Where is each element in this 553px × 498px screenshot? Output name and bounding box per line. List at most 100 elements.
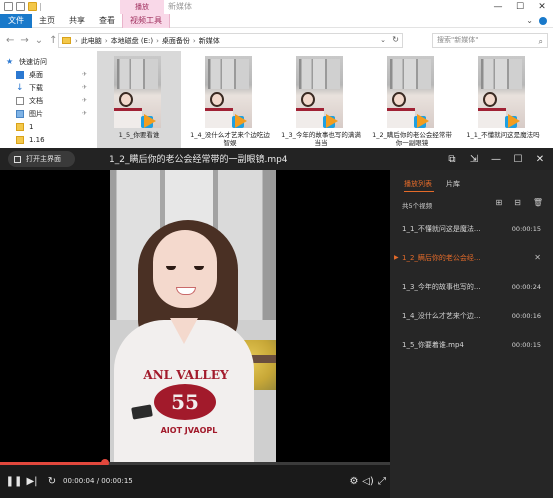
nav-desktop[interactable]: 桌面 ✈: [0, 68, 95, 81]
picture-icon: [16, 109, 24, 118]
fullscreen-icon[interactable]: ⤢: [376, 474, 388, 488]
video-thumbnail: [387, 56, 434, 128]
file-item[interactable]: 1_2_瞒后你的老公会经常带你一副眼镜: [370, 51, 454, 150]
breadcrumb-desktop-backup[interactable]: 桌面备份: [162, 36, 190, 46]
nav-downloads[interactable]: ↓ 下载 ✈: [0, 81, 95, 94]
playlist-item-name: 1_1_不懂就问这是魔法...: [402, 224, 481, 233]
video-viewport[interactable]: ANL VALLEY 55 AIOT JVAOPL: [0, 170, 390, 462]
add-file-icon[interactable]: ⊞: [495, 198, 502, 207]
save-icon[interactable]: [4, 2, 13, 11]
breadcrumb-this-pc[interactable]: 此电脑: [81, 36, 102, 46]
file-name: 1_2_瞒后你的老公会经常带你一副眼镜: [372, 131, 452, 147]
pause-icon[interactable]: ❚❚: [6, 474, 23, 488]
folder-icon: [62, 37, 71, 44]
address-bar[interactable]: › 此电脑 › 本地磁盘 (E:) › 桌面备份 › 新媒体 ⌄ ↻: [58, 33, 403, 48]
add-folder-icon[interactable]: ⊟: [514, 198, 521, 207]
nav-folder-1[interactable]: 1: [0, 120, 95, 133]
file-item[interactable]: 1_5_你要看谁: [97, 51, 181, 150]
window-title: 新媒体: [168, 2, 192, 11]
video-frame: ANL VALLEY 55 AIOT JVAOPL: [110, 170, 276, 462]
delete-icon[interactable]: 🗑: [533, 198, 543, 207]
folder-icon: [16, 122, 24, 131]
refresh-icon[interactable]: ↻: [392, 35, 399, 44]
file-item[interactable]: 1_4_没什么才艺来个边吃边智娱: [188, 51, 272, 150]
screen-cast-icon[interactable]: ⧉: [445, 151, 459, 167]
minimize-button[interactable]: —: [489, 151, 503, 167]
nav-label: 桌面: [29, 70, 43, 79]
playlist-tabs: 播放列表 片库: [404, 179, 460, 192]
breadcrumb-new-media[interactable]: 新媒体: [199, 36, 220, 46]
tab-view[interactable]: 查看: [92, 14, 122, 28]
remove-item-icon[interactable]: ✕: [534, 253, 541, 262]
playlist-item-active[interactable]: ▶ 1_2_瞒后你的老公会经... ✕: [390, 243, 553, 272]
maximize-button[interactable]: ☐: [509, 0, 531, 14]
home-icon: [14, 155, 21, 163]
breadcrumb-drive[interactable]: 本地磁盘 (E:): [111, 36, 153, 46]
video-player-window: 打开主界面 1_2_瞒后你的老公会经常带的一副眼镜.mp4 ⧉ ⇲ — ☐ ✕ …: [0, 148, 553, 498]
properties-icon[interactable]: [16, 2, 25, 11]
open-home-button[interactable]: 打开主界面: [8, 151, 75, 167]
nav-quick-access[interactable]: ★ 快速访问: [0, 55, 95, 68]
nav-pictures[interactable]: 图片 ✈: [0, 107, 95, 120]
playing-indicator-icon: ▶: [394, 254, 399, 261]
playlist-item[interactable]: 1_3_今年的故事也写的... 00:00:24: [390, 272, 553, 301]
back-icon[interactable]: ←: [6, 35, 14, 46]
toolbar-divider: [40, 2, 41, 11]
pin-on-top-icon[interactable]: ⇲: [467, 151, 481, 167]
chevron-right-icon: ›: [192, 36, 196, 45]
chevron-right-icon: ›: [75, 36, 78, 45]
settings-icon[interactable]: ⚙: [348, 474, 360, 488]
help-icon[interactable]: [539, 17, 547, 25]
tab-library[interactable]: 片库: [446, 179, 460, 189]
nav-label: 文档: [29, 96, 43, 105]
star-icon: ★: [6, 56, 14, 66]
contextual-tab-group: 播放: [120, 0, 164, 14]
time-display: 00:00:04 / 00:00:15: [63, 477, 133, 485]
player-window-controls: ⧉ ⇲ — ☐ ✕: [445, 151, 547, 167]
volume-icon[interactable]: ◁): [362, 474, 374, 488]
maximize-button[interactable]: ☐: [511, 151, 525, 167]
expand-ribbon-icon[interactable]: ⌄: [526, 16, 533, 25]
video-thumbnail: [478, 56, 525, 128]
playlist-item-duration: 00:00:24: [511, 282, 541, 291]
tab-playlist[interactable]: 播放列表: [404, 179, 432, 189]
nav-folder-116[interactable]: 1.16: [0, 133, 95, 146]
nav-label: 快速访问: [19, 57, 47, 66]
download-icon: ↓: [16, 82, 24, 93]
playlist-item-name: 1_3_今年的故事也写的...: [402, 282, 481, 291]
open-home-label: 打开主界面: [26, 155, 61, 163]
current-time: 00:00:04: [63, 477, 95, 485]
playlist-item-duration: 00:00:16: [511, 311, 541, 320]
ribbon-tabs: 文件 主页 共享 查看 视频工具 ⌄: [0, 14, 553, 28]
chevron-down-icon[interactable]: ⌄: [380, 36, 386, 44]
file-grid: 1_5_你要看谁 1_4_没什么才艺来个边吃边智娱 1_3_今年的故事也写的满满…: [97, 51, 553, 150]
player-title-bar: 打开主界面 1_2_瞒后你的老公会经常带的一副眼镜.mp4 ⧉ ⇲ — ☐ ✕: [0, 148, 553, 170]
nav-documents[interactable]: 文档 ✈: [0, 94, 95, 107]
recent-dropdown-icon[interactable]: ⌄: [35, 35, 43, 46]
playlist-item-name: 1_2_瞒后你的老公会经...: [402, 253, 481, 262]
file-name: 1_1_不懂就问这是魔法吗: [466, 131, 540, 139]
playlist-item[interactable]: 1_5_你要着谁.mp4 00:00:15: [390, 330, 553, 359]
chevron-right-icon: ›: [104, 36, 108, 45]
tab-share[interactable]: 共享: [62, 14, 92, 28]
file-name: 1_3_今年的故事也写的满满当当: [281, 131, 361, 147]
loop-icon[interactable]: ↻: [46, 474, 58, 488]
close-button[interactable]: ✕: [533, 151, 547, 167]
tab-video-tools[interactable]: 视频工具: [122, 14, 170, 28]
tab-file[interactable]: 文件: [0, 14, 32, 28]
close-button[interactable]: ✕: [531, 0, 553, 14]
new-folder-icon[interactable]: [28, 2, 37, 11]
forward-icon[interactable]: →: [20, 35, 28, 46]
tab-home[interactable]: 主页: [32, 14, 62, 28]
up-icon[interactable]: ↑: [49, 35, 57, 46]
file-item[interactable]: 1_1_不懂就问这是魔法吗: [461, 51, 545, 150]
search-input[interactable]: 搜索"新媒体" ⌕: [432, 33, 548, 48]
player-control-bar: ❚❚ ▶| ↻ 00:00:04 / 00:00:15 ⚙ ◁) ⤢: [0, 465, 390, 498]
next-icon[interactable]: ▶|: [26, 474, 38, 488]
minimize-button[interactable]: —: [487, 0, 509, 14]
playlist-item[interactable]: 1_4_没什么才艺来个边... 00:00:16: [390, 301, 553, 330]
playlist-item[interactable]: 1_1_不懂就问这是魔法... 00:00:15: [390, 214, 553, 243]
file-item[interactable]: 1_3_今年的故事也写的满满当当: [279, 51, 363, 150]
quick-access-toolbar: [4, 2, 41, 11]
pin-icon: ✈: [81, 71, 87, 78]
